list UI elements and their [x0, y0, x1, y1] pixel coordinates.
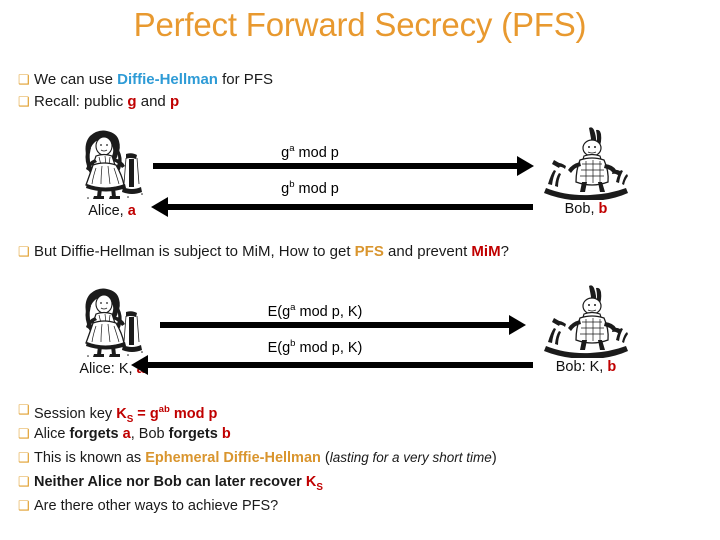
arrow-head-right-2: [509, 315, 526, 335]
bullet-part-equals: =: [133, 405, 150, 422]
bullet-marker-icon: ❑: [18, 426, 30, 441]
white-rabbit-engraving-icon: [544, 127, 628, 200]
bullet-part: and: [136, 93, 170, 110]
page-title: Perfect Forward Secrecy (PFS): [133, 6, 587, 43]
ks-base: K: [116, 405, 127, 422]
msg-rest: mod p: [294, 180, 339, 197]
message-label-gb-mod-p: gb mod p: [230, 176, 390, 198]
bullet-marker-icon: ❑: [18, 72, 30, 87]
bullet-part-gab: gab: [149, 404, 170, 422]
bullet-marker-icon: ❑: [18, 244, 30, 259]
alice-engraving-icon: [85, 288, 143, 357]
msg-rest: mod p: [294, 144, 339, 161]
actor-label-prefix: Bob: K,: [555, 359, 608, 375]
actor-label-bob: Bob: K, b: [540, 359, 632, 376]
diagram-encrypted-dh: Alice: K, a Bob: K, b E(ga mod p, K) E(g…: [0, 284, 720, 386]
bullet-part-pfs: PFS: [354, 243, 384, 260]
bullet-part: (: [320, 450, 330, 466]
bullet-part: and prevent: [383, 243, 472, 260]
actor-secret-b: b: [598, 201, 608, 217]
bullet-part-ks: KS: [305, 474, 323, 493]
msg-base: g: [281, 180, 290, 197]
bullet-marker-icon: ❑: [18, 474, 30, 489]
bullet-text: Are there other ways to achieve PFS?: [34, 498, 279, 514]
bullet-item-no-recovery: ❑ Neither Alice nor Bob can later recove…: [18, 472, 323, 498]
bullet-part-p: p: [169, 93, 180, 110]
bullet-marker-icon: ❑: [18, 402, 30, 417]
bullet-part-modp: mod p: [169, 405, 218, 422]
bullet-part-b: b: [221, 426, 231, 442]
actor-label-alice: Alice, a: [66, 203, 158, 220]
diagram-plain-dh: Alice, a Bob, b ga mod p gb mod p: [0, 126, 720, 228]
bullet-item-mim-question: ❑ But Diffie-Hellman is subject to MiM, …: [18, 242, 509, 262]
actor-bob: Bob: K, b: [540, 284, 632, 376]
msg-base: g: [281, 144, 290, 161]
bullet-text: Recall: public g and p: [34, 92, 179, 112]
ks-base: K: [305, 474, 317, 490]
bullet-item-other-ways: ❑ Are there other ways to achieve PFS?: [18, 496, 278, 516]
alice-engraving-icon: [85, 130, 143, 199]
msg-rest: mod p, K): [295, 303, 363, 320]
bullet-part: ): [491, 450, 497, 466]
message-label-ga-mod-p: ga mod p: [230, 140, 390, 162]
actor-bob: Bob, b: [540, 126, 632, 218]
bullet-part: Neither Alice nor Bob can later recover: [34, 474, 306, 490]
bullet-part: This is known as: [34, 450, 146, 466]
bullet-text: Alice forgets a, Bob forgets b: [34, 424, 231, 444]
bullet-part: , Bob: [130, 426, 169, 442]
bullet-item-forget-secrets: ❑ Alice forgets a, Bob forgets b: [18, 424, 231, 444]
arrow-alice-to-bob-1: [153, 163, 518, 169]
bullet-text: Neither Alice nor Bob can later recover …: [34, 472, 323, 498]
bullet-part: Alice: [34, 426, 70, 442]
bullet-marker-icon: ❑: [18, 498, 30, 513]
msg-base: g: [282, 339, 291, 356]
actor-alice: Alice, a: [66, 128, 158, 220]
bullet-part: ?: [500, 243, 509, 260]
bullet-part-forgets: forgets: [168, 426, 218, 442]
arrow-head-right-1: [517, 156, 534, 176]
bullet-text: We can use Diffie-Hellman for PFS: [34, 70, 273, 90]
bullet-part-a: a: [122, 426, 131, 442]
bullet-marker-icon: ❑: [18, 94, 30, 109]
bullet-part: Recall: public: [34, 93, 128, 110]
arrow-bob-to-alice-1: [168, 204, 533, 210]
bullet-part: We can use: [34, 71, 118, 88]
bullet-text: This is known as Ephemeral Diffie-Hellma…: [34, 448, 497, 468]
arrow-alice-to-bob-2: [160, 322, 510, 328]
actor-label-bob: Bob, b: [540, 201, 632, 218]
bullet-part: for PFS: [217, 71, 273, 88]
msg-base: g: [282, 303, 291, 320]
bullet-part-ephemeral-dh: Ephemeral Diffie-Hellman: [145, 450, 321, 466]
arrow-head-left-2: [131, 355, 148, 375]
bullet-part-g: g: [127, 93, 137, 110]
g-exponent: ab: [158, 404, 170, 415]
message-label-encrypted-gb: E(gb mod p, K): [225, 335, 405, 357]
bullet-item-ephemeral-dh: ❑ This is known as Ephemeral Diffie-Hell…: [18, 448, 497, 468]
actor-label-prefix: Bob,: [564, 201, 599, 217]
bullet-part-forgets: forgets: [69, 426, 119, 442]
arrow-head-left-1: [151, 197, 168, 217]
g-base: g: [149, 405, 159, 422]
bullet-marker-icon: ❑: [18, 450, 30, 465]
actor-label-prefix: Alice: K,: [79, 361, 137, 377]
bullet-item-recall-gp: ❑ Recall: public g and p: [18, 92, 179, 112]
white-rabbit-engraving-icon: [544, 285, 628, 358]
msg-prefix: E(: [267, 303, 283, 320]
bullet-part-diffie-hellman: Diffie-Hellman: [117, 71, 218, 88]
bullet-item-use-dh: ❑ We can use Diffie-Hellman for PFS: [18, 70, 273, 90]
message-label-encrypted-ga: E(ga mod p, K): [225, 299, 405, 321]
bullet-part: Session key: [34, 405, 117, 422]
actor-secret-a: a: [127, 203, 136, 219]
bullet-part: But Diffie-Hellman is subject to MiM, Ho…: [34, 243, 355, 260]
bullet-part-mim: MiM: [471, 243, 501, 260]
arrow-bob-to-alice-2: [148, 362, 533, 368]
bullet-part-ks: KS: [116, 405, 133, 425]
actor-label-prefix: Alice,: [88, 203, 128, 219]
actor-secret-b: b: [607, 359, 617, 375]
bullet-part-definition: lasting for a very short time: [329, 450, 492, 465]
ks-subscript: S: [316, 481, 323, 493]
msg-prefix: E(: [267, 339, 283, 356]
bullet-text: But Diffie-Hellman is subject to MiM, Ho…: [34, 242, 509, 262]
msg-rest: mod p, K): [295, 339, 363, 356]
